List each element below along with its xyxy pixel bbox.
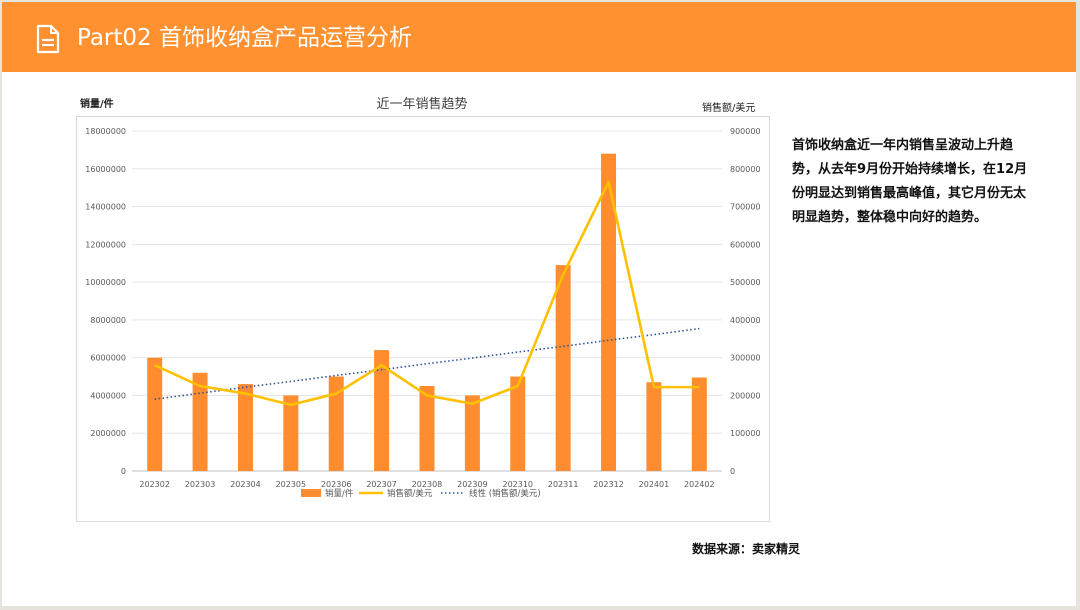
y-left-tick-label: 12000000 xyxy=(85,240,126,249)
y-right-tick-label: 500000 xyxy=(730,278,761,287)
y-right-tick-label: 600000 xyxy=(730,240,761,249)
chart-area: 0 0 2000000 100000 4000000 200000 6000000 30000… xyxy=(76,116,770,522)
legend-label: 销售额/美元 xyxy=(387,488,433,499)
bar xyxy=(555,265,571,471)
y-left-tick-label: 2000000 xyxy=(90,429,126,438)
page-title: Part02 首饰收纳盒产品运营分析 xyxy=(77,25,412,51)
header-bar: Part02 首饰收纳盒产品运营分析 xyxy=(2,2,1076,72)
bar xyxy=(510,376,526,471)
x-tick-label: 202402 xyxy=(684,480,715,489)
chart-title: 近一年销售趋势 xyxy=(376,97,468,112)
legend-label: 销量/件 xyxy=(325,488,354,499)
y-right-tick-label: 400000 xyxy=(730,316,761,325)
document-icon xyxy=(36,24,60,54)
bar xyxy=(283,395,299,471)
analysis-note: 首饰收纳盒近一年内销售呈波动上升趋势，从去年9月份开始持续增长，在12月份明显达… xyxy=(792,138,1028,225)
y-right-tick-label: 700000 xyxy=(730,203,761,212)
y-left-tick-label: 16000000 xyxy=(85,165,126,174)
x-tick-label: 202311 xyxy=(548,480,579,489)
bar xyxy=(464,395,480,471)
y-left-tick-label: 6000000 xyxy=(90,354,126,363)
y-right-tick-label: 0 xyxy=(730,467,735,476)
bar xyxy=(419,386,435,471)
x-tick-label: 202307 xyxy=(366,480,397,489)
y-left-tick-label: 14000000 xyxy=(85,203,126,212)
y-left-tick-label: 8000000 xyxy=(90,316,126,325)
x-tick-label: 202401 xyxy=(639,480,670,489)
y-left-tick-label: 4000000 xyxy=(90,391,126,400)
y-left-axis-title: 销量/件 xyxy=(80,99,114,110)
y-right-tick-label: 200000 xyxy=(730,391,761,400)
y-right-tick-label: 300000 xyxy=(730,354,761,363)
x-tick-label: 202309 xyxy=(457,480,488,489)
x-tick-label: 202304 xyxy=(230,480,261,489)
bar xyxy=(691,377,707,471)
slide: Part02 首饰收纳盒产品运营分析 销量/件 近一年销售趋势 销售额/美元 0… xyxy=(2,2,1076,606)
line-series xyxy=(154,180,700,407)
y-right-tick-label: 900000 xyxy=(730,127,761,136)
x-tick-label: 202302 xyxy=(139,480,170,489)
combo-chart: 0 0 2000000 100000 4000000 200000 6000000 30000… xyxy=(85,127,761,499)
x-tick-label: 202305 xyxy=(276,480,307,489)
legend-swatch-bar xyxy=(301,489,321,497)
y-left-tick-label: 10000000 xyxy=(85,278,126,287)
x-tick-label: 202303 xyxy=(185,480,216,489)
x-tick-label: 202312 xyxy=(593,480,624,489)
bar xyxy=(147,357,163,471)
x-tick-label: 202310 xyxy=(502,480,533,489)
bar xyxy=(237,384,253,471)
legend-label: 线性 (销售额/美元) xyxy=(469,488,541,499)
y-right-tick-label: 100000 xyxy=(730,429,761,438)
x-tick-label: 202308 xyxy=(412,480,443,489)
y-left-tick-label: 18000000 xyxy=(85,127,126,136)
bar xyxy=(646,382,662,471)
y-right-tick-label: 800000 xyxy=(730,165,761,174)
x-tick-label: 202306 xyxy=(321,480,352,489)
y-right-axis-title: 销售额/美元 xyxy=(702,103,756,114)
y-left-tick-label: 0 xyxy=(121,467,126,476)
data-source: 数据来源：卖家精灵 xyxy=(692,542,801,556)
